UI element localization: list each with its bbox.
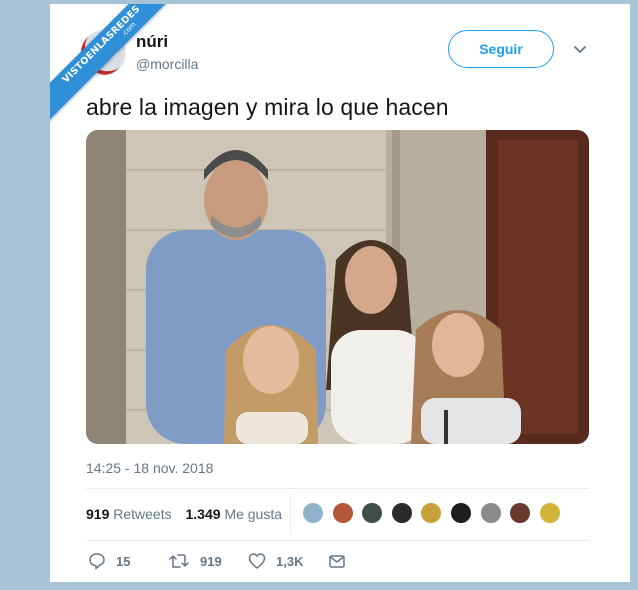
- follow-button[interactable]: Seguir: [448, 30, 554, 68]
- reply-icon: [89, 553, 105, 570]
- likes-label[interactable]: Me gusta: [224, 506, 282, 522]
- liker-avatar[interactable]: [361, 502, 384, 524]
- heart-icon: [248, 553, 266, 569]
- like-button[interactable]: 1,3K: [248, 552, 303, 570]
- like-count: 1,3K: [276, 553, 304, 569]
- liker-avatar[interactable]: [302, 502, 324, 524]
- liker-avatar[interactable]: [390, 502, 413, 524]
- tweet-card: VISTOENLASREDES .com núri @morcilla Segu…: [50, 4, 630, 582]
- reply-button[interactable]: 15: [88, 552, 130, 570]
- liker-avatar[interactable]: [479, 502, 502, 524]
- divider: [290, 494, 291, 534]
- watermark-ribbon: VISTOENLASREDES .com: [50, 4, 170, 124]
- liker-avatar[interactable]: [331, 502, 354, 524]
- liker-avatar[interactable]: [538, 502, 561, 524]
- retweet-icon: [169, 554, 189, 568]
- divider: [86, 488, 589, 489]
- retweets-label[interactable]: Retweets: [113, 506, 171, 522]
- watermark-text: VISTOENLASREDES: [60, 4, 143, 86]
- direct-message-button[interactable]: [328, 552, 356, 570]
- tweet-photo[interactable]: [86, 130, 589, 444]
- retweet-count: 919: [200, 553, 222, 569]
- envelope-icon: [329, 555, 345, 568]
- chevron-down-icon[interactable]: [572, 44, 588, 56]
- liker-avatar[interactable]: [420, 502, 443, 524]
- tweet-stats: 919 Retweets 1.349 Me gusta: [86, 506, 282, 522]
- liker-avatar[interactable]: [449, 502, 472, 524]
- retweets-count[interactable]: 919: [86, 506, 109, 522]
- likes-count[interactable]: 1.349: [186, 506, 221, 522]
- divider: [86, 540, 589, 541]
- retweet-button[interactable]: 919: [168, 552, 222, 570]
- liker-avatars: [302, 502, 568, 524]
- reply-count: 15: [116, 553, 131, 569]
- tweet-timestamp[interactable]: 14:25 - 18 nov. 2018: [86, 460, 213, 476]
- tweet-actions: 15 919 1,3K: [86, 552, 386, 576]
- liker-avatar[interactable]: [509, 502, 532, 524]
